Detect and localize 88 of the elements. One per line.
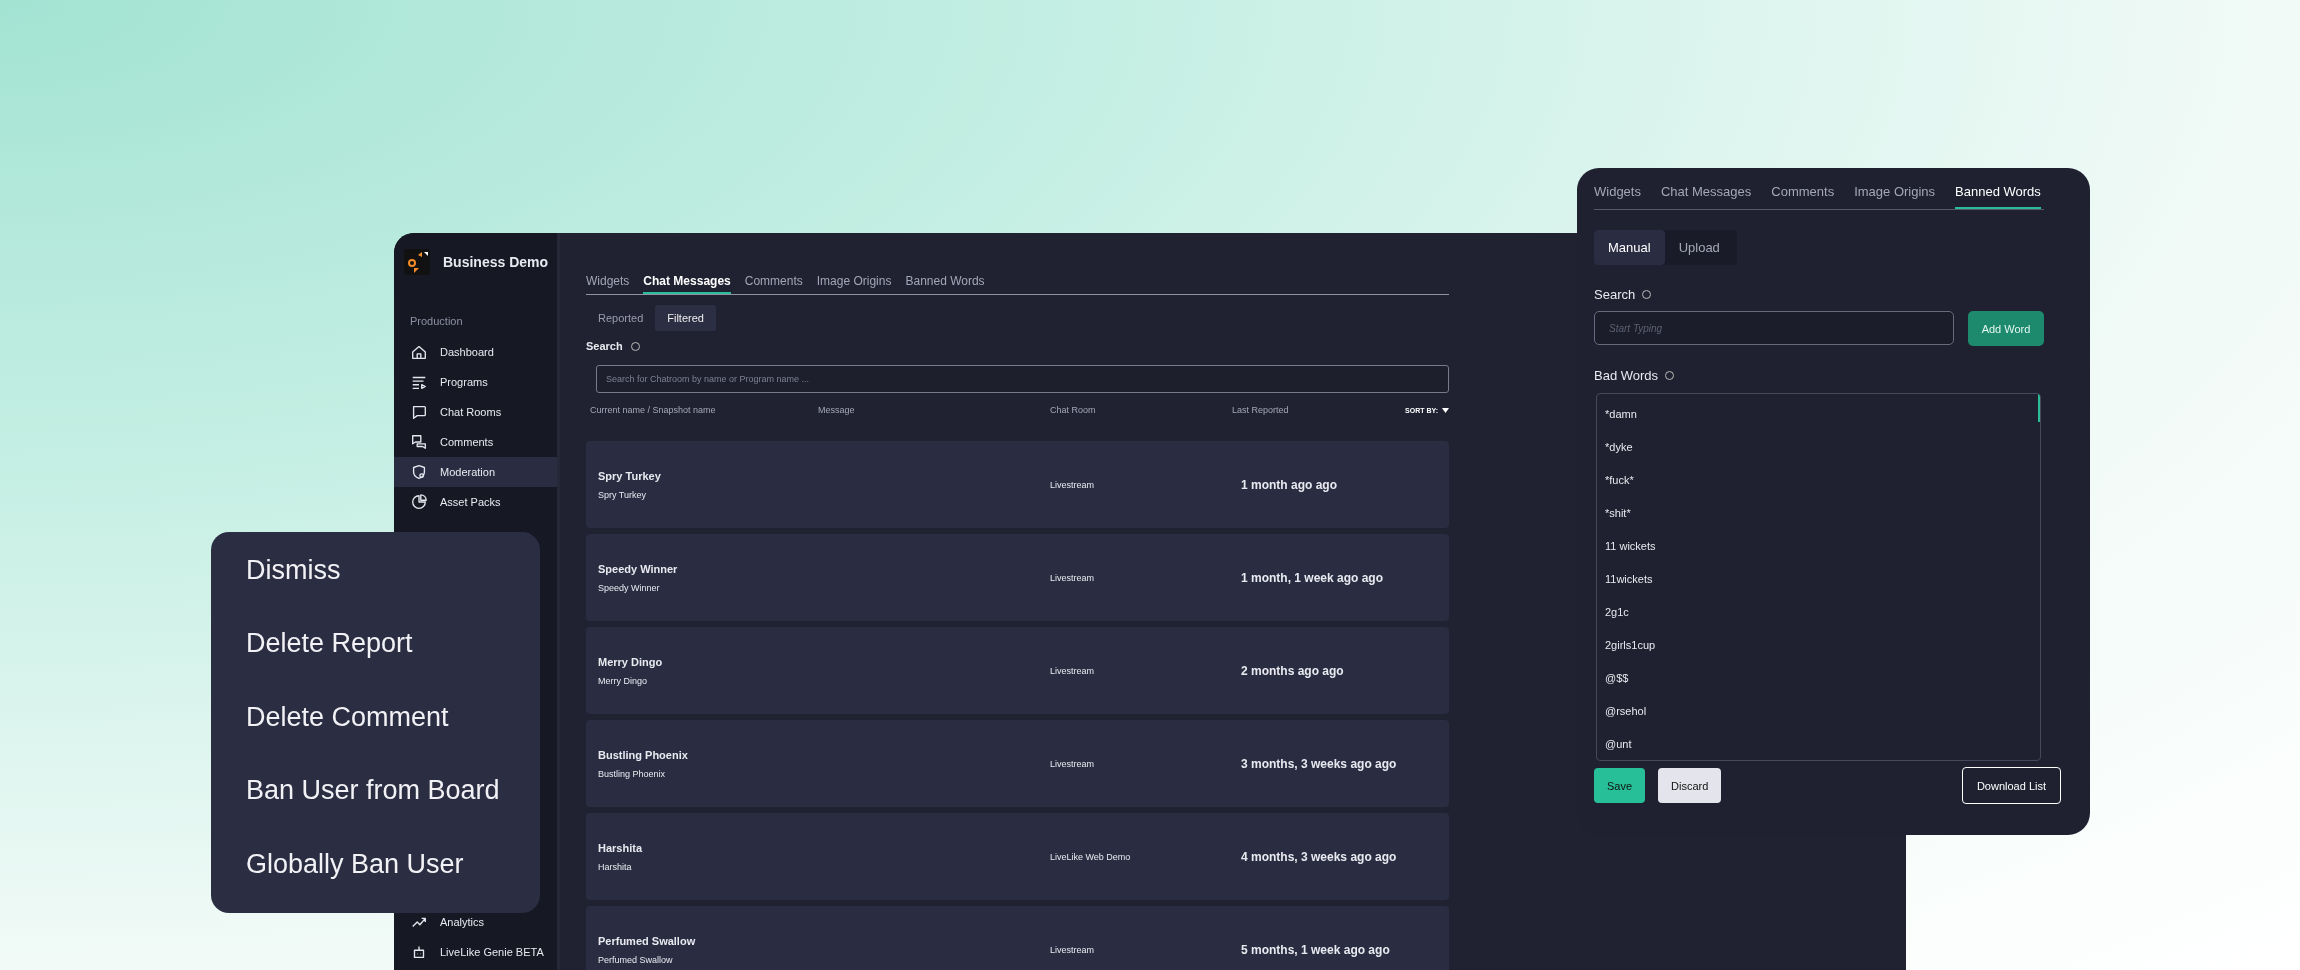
- logo-icon: [404, 249, 430, 275]
- home-icon: [410, 343, 428, 361]
- tab[interactable]: Comments: [1771, 184, 1835, 209]
- column-header: Chat Room: [1050, 405, 1097, 415]
- menu-item[interactable]: Delete Comment: [246, 692, 540, 767]
- chat-bubble-icon: [410, 403, 428, 421]
- last-reported-text: 1 month ago ago: [1241, 477, 1338, 492]
- snapshot-text: Merry Dingo: [598, 675, 648, 686]
- chat-room-text: Livestream: [1050, 665, 1095, 676]
- chat-room-text: LiveLike Web Demo: [1050, 851, 1132, 862]
- snapshot-text: Spry Turkey: [598, 489, 647, 500]
- scrollbar-thumb[interactable]: [2038, 394, 2040, 422]
- tab[interactable]: Widgets: [586, 270, 630, 294]
- table-row[interactable]: Perfumed Swallow Perfumed Swallow Livestream 5 months, 1 week ago ago: [586, 906, 1449, 970]
- menu-item[interactable]: Ban User from Board: [246, 766, 540, 840]
- tab[interactable]: Chat Messages: [643, 270, 731, 294]
- name-text: Harshita: [598, 841, 644, 854]
- column-header: Current name / Snapshot name: [590, 405, 717, 415]
- word-item[interactable]: *shit*: [1605, 497, 2040, 530]
- discard-button[interactable]: Discard: [1658, 768, 1722, 803]
- shield-icon: [410, 463, 428, 481]
- chat-room-text: Livestream: [1050, 479, 1095, 490]
- save-button[interactable]: Save: [1594, 768, 1646, 803]
- snapshot-text: Bustling Phoenix: [598, 768, 667, 779]
- chat-room-text: Livestream: [1050, 944, 1095, 955]
- word-item[interactable]: *dyke: [1605, 431, 2040, 464]
- word-item[interactable]: 11 wickets: [1605, 530, 2040, 563]
- tab[interactable]: Banned Words: [905, 270, 985, 294]
- menu-item[interactable]: Delete Report: [246, 619, 540, 693]
- search-label: Search: [1594, 287, 1636, 302]
- name-text: Speedy Winner: [598, 562, 679, 575]
- menu-item[interactable]: Dismiss: [246, 546, 540, 620]
- word-item[interactable]: @unt: [1605, 728, 2040, 760]
- table-row[interactable]: Bustling Phoenix Bustling Phoenix Livestream 3 months, 3 weeks ago ago: [586, 720, 1449, 807]
- search-field[interactable]: Search for Chatroom by name or Program name ...: [596, 365, 1449, 393]
- word-item[interactable]: 2g1c: [1605, 596, 2040, 629]
- tab[interactable]: Banned Words: [1955, 184, 2041, 209]
- tab[interactable]: Comments: [744, 270, 803, 294]
- last-reported-text: 3 months, 3 weeks ago ago: [1241, 756, 1398, 771]
- last-reported-text: 1 month, 1 week ago ago: [1241, 570, 1385, 585]
- bad-words-label: Bad Words: [1594, 368, 1659, 383]
- comments-icon: [410, 433, 428, 451]
- word-item[interactable]: @rsehol: [1605, 695, 2040, 728]
- tab[interactable]: Image Origins: [1854, 184, 1936, 209]
- snapshot-text: Harshita: [598, 861, 633, 872]
- word-item[interactable]: 11wickets: [1605, 563, 2040, 596]
- table-row[interactable]: Harshita Harshita LiveLike Web Demo 4 months, 3 weeks ago ago: [586, 813, 1449, 900]
- tab[interactable]: Widgets: [1594, 184, 1641, 209]
- sidebar-item[interactable]: Dashboard: [394, 337, 557, 367]
- tab[interactable]: Image Origins: [816, 270, 892, 294]
- caret-icon: [1442, 407, 1449, 413]
- brand-name: Business Demo: [443, 254, 549, 270]
- section-label: Production: [410, 315, 464, 327]
- table-row[interactable]: Spry Turkey Spry Turkey Livestream 1 month ago ago: [586, 441, 1449, 528]
- download-list-button[interactable]: Download List: [1961, 767, 2061, 804]
- word-item[interactable]: *fuck*: [1605, 464, 2040, 497]
- tab[interactable]: Chat Messages: [1660, 184, 1752, 209]
- filter-tab[interactable]: Filtered: [655, 305, 716, 331]
- name-text: Perfumed Swallow: [598, 934, 697, 947]
- last-reported-text: 5 months, 1 week ago ago: [1241, 942, 1391, 957]
- snapshot-text: Perfumed Swallow: [598, 954, 674, 965]
- chat-room-text: Livestream: [1050, 758, 1095, 769]
- sidebar-item[interactable]: Comments: [394, 427, 557, 457]
- last-reported-text: 2 months ago ago: [1241, 663, 1345, 678]
- sidebar-item[interactable]: Asset Packs: [394, 487, 557, 517]
- chat-room-text: Livestream: [1050, 572, 1095, 583]
- filter-tab[interactable]: Reported: [586, 305, 656, 331]
- name-text: Bustling Phoenix: [598, 748, 689, 761]
- column-header: Last Reported: [1232, 405, 1290, 415]
- last-reported-text: 4 months, 3 weeks ago ago: [1241, 849, 1398, 864]
- sidebar-item[interactable]: Moderation: [394, 457, 557, 487]
- word-item[interactable]: @$$: [1605, 662, 2040, 695]
- sidebar-item[interactable]: Programs: [394, 367, 557, 397]
- word-input-field[interactable]: Start Typing: [1594, 311, 1954, 345]
- mode-tab[interactable]: Manual: [1594, 230, 1665, 265]
- word-item[interactable]: 2girls1cup: [1605, 629, 2040, 662]
- name-text: Merry Dingo: [598, 655, 664, 668]
- name-text: Spry Turkey: [598, 469, 662, 482]
- search-label: Search: [586, 340, 623, 352]
- snapshot-text: Speedy Winner: [598, 582, 661, 593]
- table-row[interactable]: Merry Dingo Merry Dingo Livestream 2 months ago ago: [586, 627, 1449, 714]
- pie-chart-icon: [410, 493, 428, 511]
- column-header: Message: [818, 405, 856, 415]
- sidebar-item[interactable]: Chat Rooms: [394, 397, 557, 427]
- word-item[interactable]: *damn: [1605, 398, 2040, 431]
- mode-tab[interactable]: Upload: [1664, 230, 1734, 265]
- table-row[interactable]: Speedy Winner Speedy Winner Livestream 1 month, 1 week ago ago: [586, 534, 1449, 621]
- sidebar-item[interactable]: LiveLike Genie BETA: [394, 937, 557, 967]
